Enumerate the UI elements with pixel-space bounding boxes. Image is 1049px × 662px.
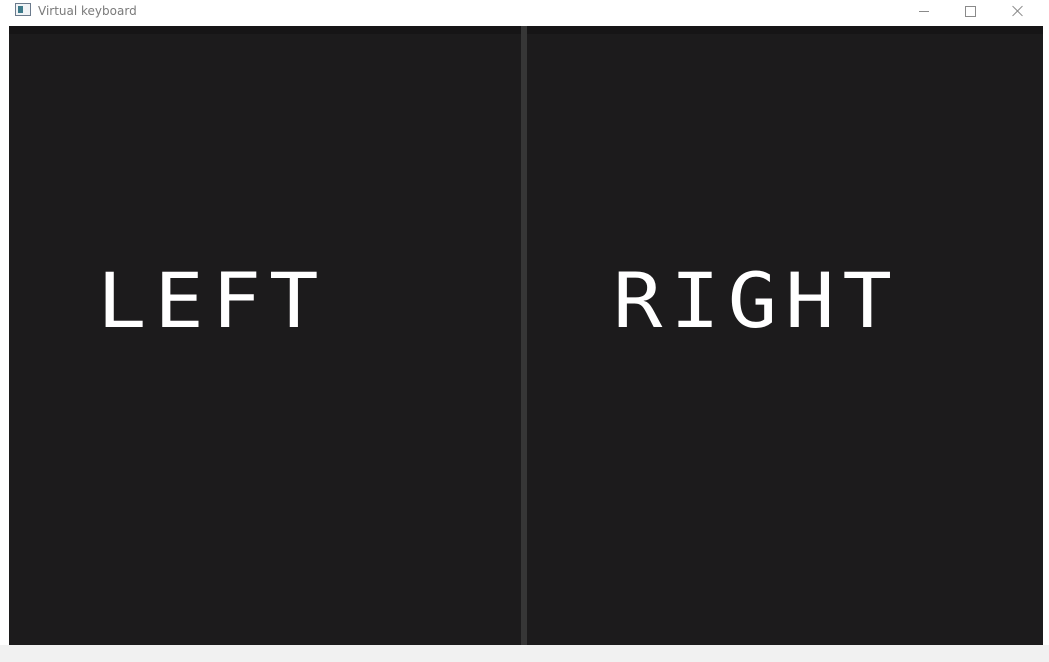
close-button[interactable] (993, 0, 1043, 22)
window-bottom-border (0, 645, 1049, 662)
close-icon (1012, 5, 1024, 17)
title-bar[interactable]: Virtual keyboard (0, 0, 1049, 26)
app-icon (15, 3, 31, 16)
keyboard-canvas: LEFT RIGHT (9, 26, 1043, 645)
window-title: Virtual keyboard (38, 4, 137, 18)
maximize-icon (964, 5, 976, 17)
left-key-label: LEFT (97, 257, 327, 346)
app-icon-pane (18, 6, 23, 13)
left-key-panel[interactable]: LEFT (9, 26, 521, 645)
minimize-button[interactable] (901, 0, 947, 22)
virtual-keyboard-window: Virtual keyboard LEFT RIGHT (0, 0, 1049, 662)
right-key-panel[interactable]: RIGHT (527, 26, 1043, 645)
right-key-label: RIGHT (613, 257, 900, 346)
minimize-icon (919, 10, 929, 12)
maximize-button[interactable] (947, 0, 993, 22)
